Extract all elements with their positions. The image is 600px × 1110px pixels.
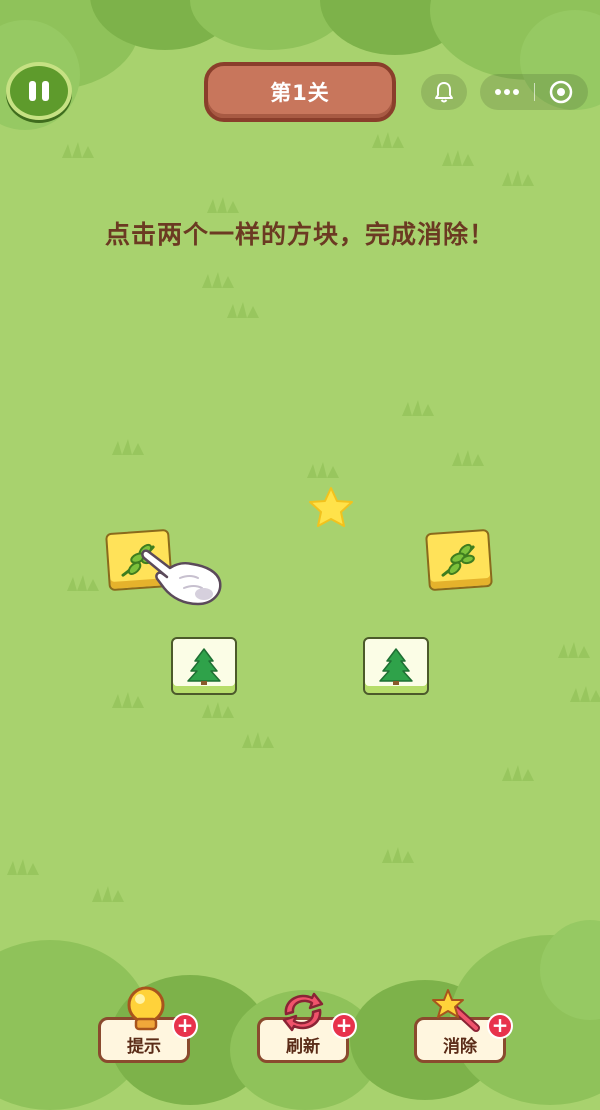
- lightbulb-icon: [127, 986, 165, 1031]
- refresh-label: 刷新: [286, 1036, 320, 1057]
- pine-tree-tile[interactable]: [171, 637, 237, 695]
- refresh-add-icon[interactable]: +: [331, 1013, 357, 1039]
- instruction-text: 点击两个一样的方块，完成消除！: [104, 220, 495, 249]
- miniprogram-capsule: [480, 74, 588, 110]
- more-button[interactable]: [480, 74, 534, 110]
- target-icon: [550, 80, 573, 104]
- leaf-icon: [441, 543, 475, 577]
- bell-icon: [435, 82, 453, 103]
- refresh-icon: [282, 992, 324, 1032]
- more-dots-icon: [494, 89, 519, 95]
- hint-add-icon[interactable]: +: [172, 1013, 198, 1039]
- pine-tree-icon: [187, 648, 221, 685]
- level-title: 第1关: [270, 81, 330, 105]
- pine-tree-icon: [379, 648, 413, 685]
- close-miniprogram-button[interactable]: [535, 74, 589, 110]
- remove-label: 消除: [443, 1036, 477, 1057]
- hint-label: 提示: [127, 1036, 161, 1057]
- pause-button[interactable]: [6, 62, 72, 120]
- remove-add-icon[interactable]: +: [487, 1013, 513, 1039]
- magic-wand-icon: [432, 989, 480, 1032]
- pause-icon: [29, 81, 36, 101]
- pointing-hand-icon: [141, 549, 222, 606]
- notification-button[interactable]: [421, 74, 467, 110]
- level-title-badge: 第1关: [204, 62, 396, 122]
- pine-tree-tile[interactable]: [363, 637, 429, 695]
- star-icon: [309, 487, 353, 527]
- leaf-tile[interactable]: [425, 528, 493, 592]
